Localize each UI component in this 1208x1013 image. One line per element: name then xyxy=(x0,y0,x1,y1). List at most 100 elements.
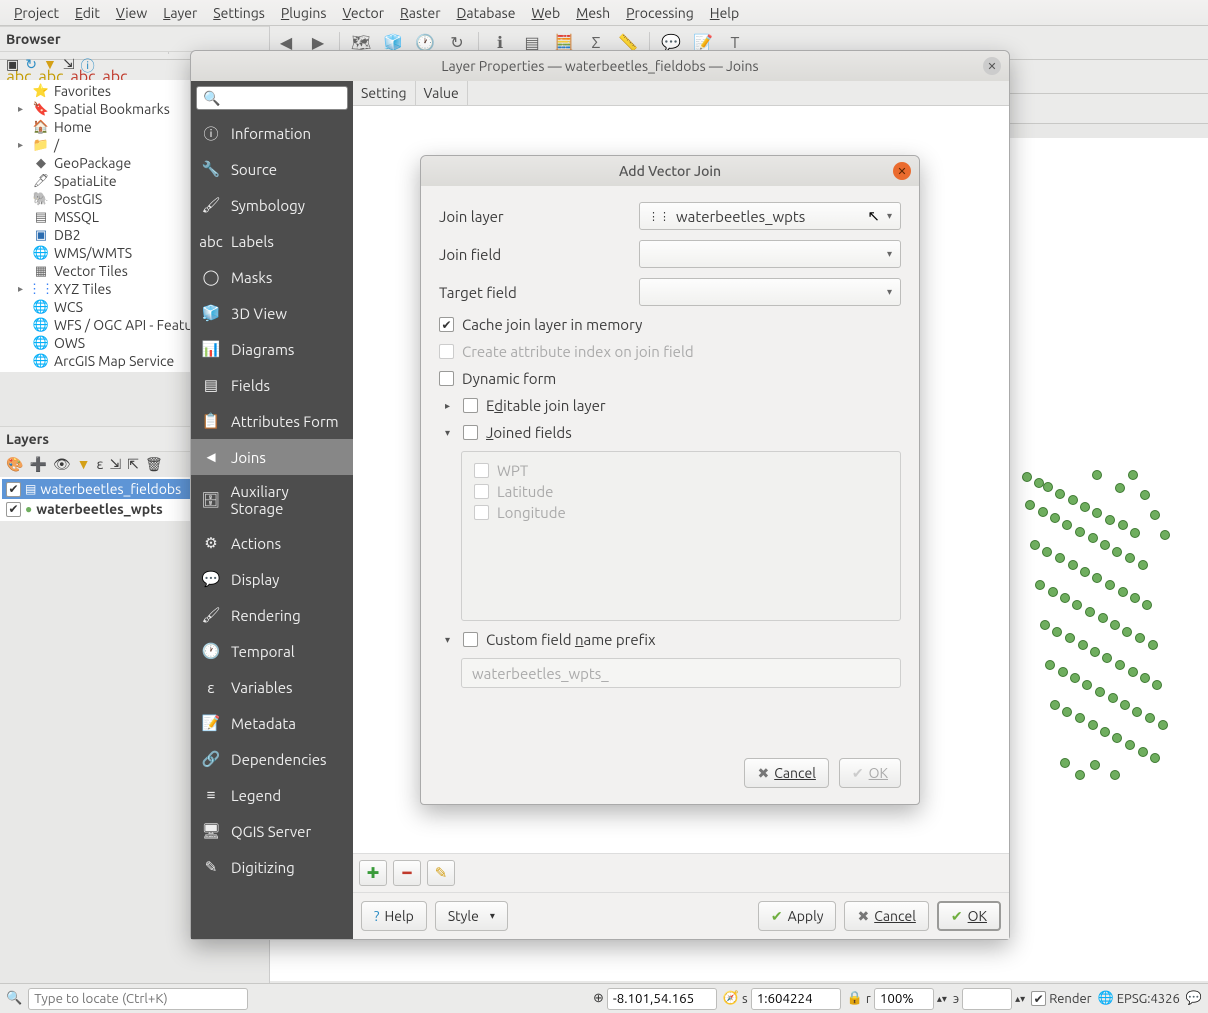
magnifier-input[interactable] xyxy=(874,988,934,1010)
map-point[interactable] xyxy=(1110,770,1120,780)
scale-input[interactable] xyxy=(751,988,841,1010)
map-point[interactable] xyxy=(1038,507,1048,517)
map-point[interactable] xyxy=(1095,687,1105,697)
map-point[interactable] xyxy=(1138,747,1148,757)
map-point[interactable] xyxy=(1060,593,1070,603)
refresh-browser-icon[interactable]: ↻ xyxy=(25,56,37,76)
map-point[interactable] xyxy=(1062,520,1072,530)
edit-join-button[interactable]: ✎ xyxy=(427,860,455,886)
map-point[interactable] xyxy=(1058,667,1068,677)
map-point[interactable] xyxy=(1075,527,1085,537)
map-point[interactable] xyxy=(1115,483,1125,493)
map-point[interactable] xyxy=(1105,515,1115,525)
map-point[interactable] xyxy=(1082,680,1092,690)
lp-tab-labels[interactable]: abcLabels xyxy=(191,223,353,259)
map-point[interactable] xyxy=(1135,633,1145,643)
editable-checkbox[interactable] xyxy=(463,398,478,413)
map-point[interactable] xyxy=(1068,560,1078,570)
lp-tab-qgis-server[interactable]: 🖥QGIS Server xyxy=(191,813,353,849)
add-join-button[interactable]: ✚ xyxy=(359,860,387,886)
lp-tab-rendering[interactable]: 🖌Rendering xyxy=(191,597,353,633)
map-point[interactable] xyxy=(1098,613,1108,623)
map-point[interactable] xyxy=(1050,513,1060,523)
map-point[interactable] xyxy=(1132,707,1142,717)
map-point[interactable] xyxy=(1138,560,1148,570)
map-point[interactable] xyxy=(1140,673,1150,683)
map-point[interactable] xyxy=(1152,680,1162,690)
map-point[interactable] xyxy=(1043,482,1053,492)
join-field-combo[interactable]: ▾ xyxy=(639,240,901,268)
help-button[interactable]: ?Help xyxy=(361,901,427,931)
layer-collapse-icon[interactable]: ⇱ xyxy=(127,456,139,473)
menu-vector[interactable]: Vector xyxy=(334,2,392,24)
map-point[interactable] xyxy=(1025,500,1035,510)
layer-visibility-icon[interactable]: 👁 xyxy=(53,456,71,473)
cancel-button[interactable]: ✖Cancel xyxy=(844,901,928,931)
map-point[interactable] xyxy=(1128,667,1138,677)
lp-tab-legend[interactable]: ≡Legend xyxy=(191,777,353,813)
map-point[interactable] xyxy=(1120,700,1130,710)
menu-mesh[interactable]: Mesh xyxy=(568,2,618,24)
avj-cancel-button[interactable]: ✖Cancel xyxy=(744,758,828,788)
map-point[interactable] xyxy=(1130,528,1140,538)
lp-tab-temporal[interactable]: 🕐Temporal xyxy=(191,633,353,669)
map-point[interactable] xyxy=(1150,753,1160,763)
map-point[interactable] xyxy=(1105,580,1115,590)
map-point[interactable] xyxy=(1125,740,1135,750)
layer-remove-icon[interactable]: 🗑 xyxy=(145,456,163,473)
layer-checkbox[interactable] xyxy=(6,482,21,497)
messages-icon[interactable]: 💬 xyxy=(1186,991,1202,1006)
lp-tab-masks[interactable]: ◯Masks xyxy=(191,259,353,295)
map-point[interactable] xyxy=(1092,470,1102,480)
lp-tab-digitizing[interactable]: ✎Digitizing xyxy=(191,849,353,885)
map-point[interactable] xyxy=(1090,647,1100,657)
menu-settings[interactable]: Settings xyxy=(205,2,273,24)
map-point[interactable] xyxy=(1060,758,1070,768)
layer-properties-search[interactable]: 🔍 xyxy=(196,86,348,110)
map-point[interactable] xyxy=(1110,620,1120,630)
add-vector-join-title[interactable]: Add Vector Join ✕ xyxy=(421,156,919,186)
lp-tab-actions[interactable]: ⚙Actions xyxy=(191,525,353,561)
map-point[interactable] xyxy=(1048,587,1058,597)
menu-plugins[interactable]: Plugins xyxy=(273,2,335,24)
map-point[interactable] xyxy=(1088,720,1098,730)
map-point[interactable] xyxy=(1115,660,1125,670)
crs-label[interactable]: EPSG:4326 xyxy=(1117,992,1180,1006)
map-point[interactable] xyxy=(1022,472,1032,482)
locator-input[interactable] xyxy=(28,988,248,1010)
menu-database[interactable]: Database xyxy=(449,2,524,24)
lp-tab-3d-view[interactable]: 🧊3D View xyxy=(191,295,353,331)
map-point[interactable] xyxy=(1052,627,1062,637)
custom-prefix-checkbox[interactable] xyxy=(463,632,478,647)
map-point[interactable] xyxy=(1042,547,1052,557)
expand-icon[interactable]: ▸ xyxy=(445,400,455,412)
menubar[interactable]: ProjectEditViewLayerSettingsPluginsVecto… xyxy=(0,0,1208,26)
map-point[interactable] xyxy=(1092,508,1102,518)
lp-tab-dependencies[interactable]: 🔗Dependencies xyxy=(191,741,353,777)
map-point[interactable] xyxy=(1140,490,1150,500)
lp-tab-display[interactable]: 💬Display xyxy=(191,561,353,597)
map-point[interactable] xyxy=(1145,713,1155,723)
map-point[interactable] xyxy=(1075,713,1085,723)
mag-spinner-icon[interactable]: ▴▾ xyxy=(937,993,947,1005)
map-point[interactable] xyxy=(1085,607,1095,617)
menu-edit[interactable]: Edit xyxy=(67,2,108,24)
lp-tab-symbology[interactable]: 🖌Symbology xyxy=(191,187,353,223)
map-point[interactable] xyxy=(1078,640,1088,650)
menu-project[interactable]: Project xyxy=(6,2,67,24)
layer-properties-title[interactable]: Layer Properties — waterbeetles_fieldobs… xyxy=(191,51,1009,81)
render-checkbox[interactable] xyxy=(1031,991,1046,1006)
map-point[interactable] xyxy=(1112,547,1122,557)
map-point[interactable] xyxy=(1100,540,1110,550)
dynamic-form-checkbox[interactable] xyxy=(439,371,454,386)
map-point[interactable] xyxy=(1148,640,1158,650)
map-point[interactable] xyxy=(1080,502,1090,512)
map-point[interactable] xyxy=(1068,495,1078,505)
filter-browser-icon[interactable]: ▼ xyxy=(43,56,57,76)
menu-view[interactable]: View xyxy=(108,2,155,24)
cache-checkbox[interactable] xyxy=(439,317,454,332)
map-point[interactable] xyxy=(1118,520,1128,530)
map-point[interactable] xyxy=(1055,553,1065,563)
style-button[interactable]: Style▾ xyxy=(435,901,508,931)
layer-expr-icon[interactable]: ε xyxy=(97,456,104,473)
